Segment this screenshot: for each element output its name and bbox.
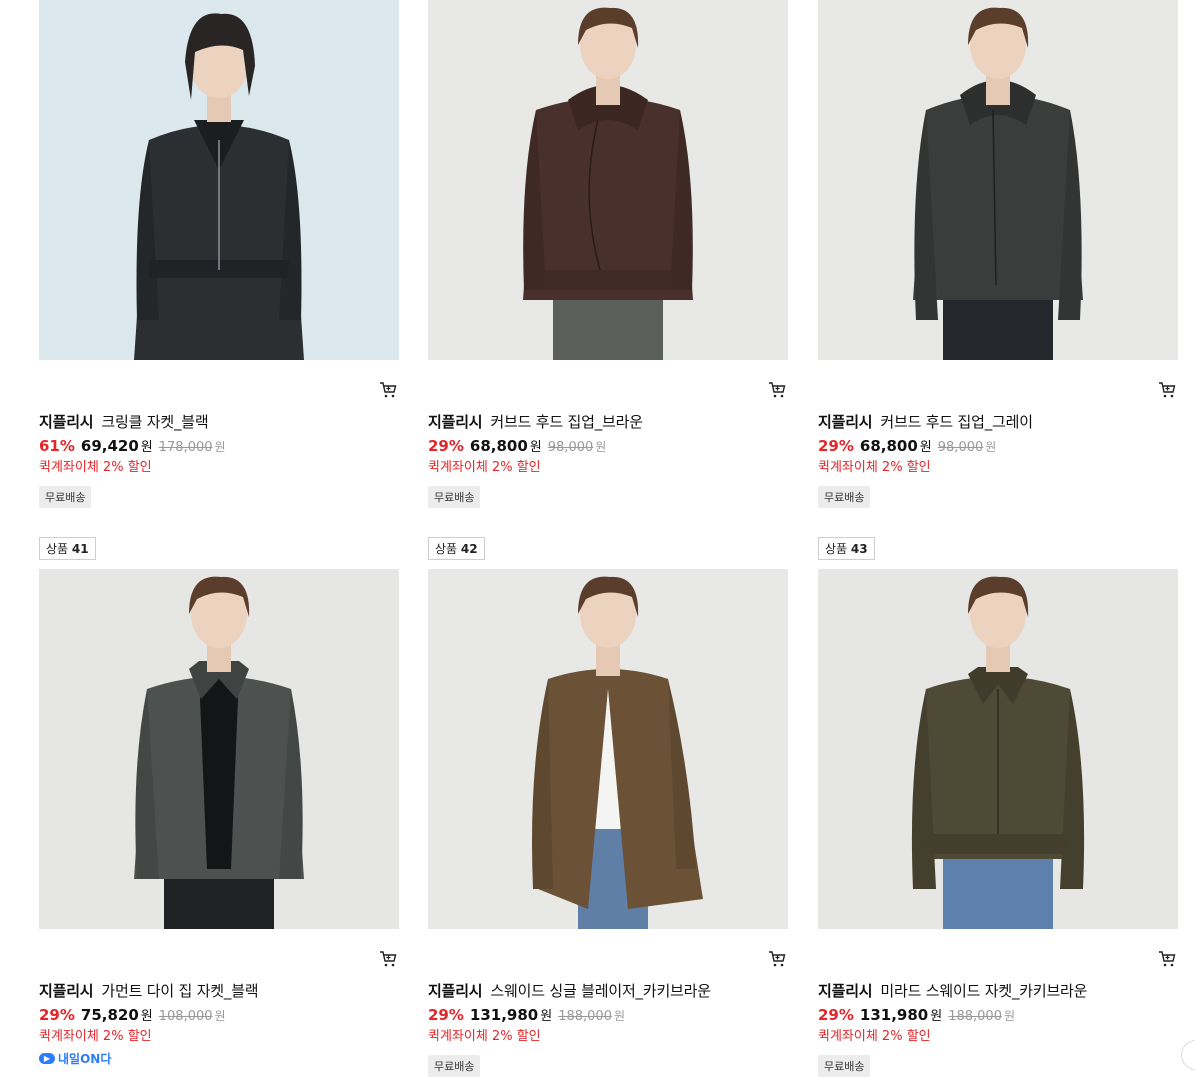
nextday-icon: ▶ xyxy=(39,1053,55,1064)
rank-text: 상품 xyxy=(825,542,848,556)
sale-price: 68,800 xyxy=(859,437,918,455)
discount-rate: 29% xyxy=(428,1006,464,1024)
product-brand[interactable]: 지플리시 xyxy=(818,413,873,431)
product-name[interactable]: 스웨이드 싱글 블레이저_카키브라운 xyxy=(490,982,711,1000)
add-to-cart-button[interactable] xyxy=(1158,950,1176,968)
product-title[interactable]: 지플리시 커브드 후드 집업_그레이 xyxy=(818,411,1033,432)
original-price: 98,000 xyxy=(937,440,984,455)
product-name[interactable]: 커브드 후드 집업_브라운 xyxy=(490,413,643,431)
add-to-cart-button[interactable] xyxy=(379,381,397,399)
cart-icon xyxy=(769,951,786,967)
next-day-delivery: ▶ 내일ON다 xyxy=(39,1050,111,1067)
sale-price: 131,980 xyxy=(469,1006,539,1024)
cart-icon xyxy=(380,382,397,398)
currency: 원 xyxy=(919,440,932,455)
product-title[interactable]: 지플리시 스웨이드 싱글 블레이저_카키브라운 xyxy=(428,980,711,1001)
free-shipping-badge: 무료배송 xyxy=(818,486,871,508)
original-price: 188,000 xyxy=(948,1009,1002,1024)
currency: 원 xyxy=(140,1009,153,1024)
original-currency: 원 xyxy=(613,1009,626,1023)
original-currency: 원 xyxy=(214,440,226,454)
product-image[interactable] xyxy=(39,569,399,929)
product-brand[interactable]: 지플리시 xyxy=(39,982,94,1000)
sale-price: 131,980 xyxy=(859,1006,929,1024)
discount-rate: 29% xyxy=(428,437,464,455)
add-to-cart-button[interactable] xyxy=(1158,381,1176,399)
original-currency: 원 xyxy=(595,440,607,454)
scroll-to-top-button[interactable] xyxy=(1181,1040,1195,1070)
promo-text: 퀵계좌이체 2% 할인 xyxy=(428,460,541,475)
product-image[interactable] xyxy=(818,569,1178,929)
product-image[interactable] xyxy=(428,0,788,360)
promo-text: 퀵계좌이체 2% 할인 xyxy=(818,1029,931,1044)
promo-text: 퀵계좌이체 2% 할인 xyxy=(428,1029,541,1044)
product-name[interactable]: 커브드 후드 집업_그레이 xyxy=(880,413,1033,431)
next-day-label: 내일ON다 xyxy=(58,1052,112,1066)
cart-icon xyxy=(769,382,786,398)
discount-rate: 29% xyxy=(818,1006,854,1024)
currency: 원 xyxy=(540,1009,553,1024)
rank-number: 41 xyxy=(71,542,89,556)
original-currency: 원 xyxy=(1003,1009,1016,1023)
promo-text: 퀵계좌이체 2% 할인 xyxy=(39,1029,152,1044)
product-title[interactable]: 지플리시 커브드 후드 집업_브라운 xyxy=(428,411,643,432)
rank-text: 상품 xyxy=(46,542,69,556)
currency: 원 xyxy=(930,1009,943,1024)
rank-label: 상품 42 xyxy=(428,537,485,560)
promo-text: 퀵계좌이체 2% 할인 xyxy=(39,460,152,475)
product-image[interactable] xyxy=(818,0,1178,360)
free-shipping-badge: 무료배송 xyxy=(428,1055,481,1077)
cart-icon xyxy=(1159,382,1176,398)
price-row: 29% 75,820 원 108,000 원 xyxy=(39,1005,226,1024)
cart-icon xyxy=(1159,951,1176,967)
product-name[interactable]: 크링클 자켓_블랙 xyxy=(101,413,208,431)
original-price: 108,000 xyxy=(158,1009,213,1024)
rank-label: 상품 41 xyxy=(39,537,96,560)
currency: 원 xyxy=(140,440,153,455)
add-to-cart-button[interactable] xyxy=(379,950,397,968)
sale-price: 75,820 xyxy=(80,1006,139,1024)
discount-rate: 61% xyxy=(39,437,75,455)
product-name[interactable]: 가먼트 다이 집 자켓_블랙 xyxy=(101,982,258,1000)
original-currency: 원 xyxy=(214,1009,226,1023)
price-row: 61% 69,420 원 178,000 원 xyxy=(39,436,226,455)
price-row: 29% 131,980 원 188,000 원 xyxy=(428,1005,625,1024)
product-title[interactable]: 지플리시 미라드 스웨이드 자켓_카키브라운 xyxy=(818,980,1087,1001)
rank-number: 42 xyxy=(460,542,478,556)
free-shipping-badge: 무료배송 xyxy=(818,1055,871,1077)
price-row: 29% 131,980 원 188,000 원 xyxy=(818,1005,1015,1024)
add-to-cart-button[interactable] xyxy=(768,950,786,968)
product-title[interactable]: 지플리시 크링클 자켓_블랙 xyxy=(39,411,209,432)
product-brand[interactable]: 지플리시 xyxy=(428,982,483,1000)
price-row: 29% 68,800 원 98,000 원 xyxy=(818,436,996,455)
product-image[interactable] xyxy=(428,569,788,929)
rank-number: 43 xyxy=(850,542,868,556)
discount-rate: 29% xyxy=(39,1006,75,1024)
product-brand[interactable]: 지플리시 xyxy=(428,413,483,431)
product-title[interactable]: 지플리시 가먼트 다이 집 자켓_블랙 xyxy=(39,980,259,1001)
sale-price: 69,420 xyxy=(80,437,139,455)
cart-icon xyxy=(380,951,397,967)
original-price: 178,000 xyxy=(158,440,213,455)
original-currency: 원 xyxy=(985,440,997,454)
product-image[interactable] xyxy=(39,0,399,360)
product-brand[interactable]: 지플리시 xyxy=(818,982,873,1000)
original-price: 188,000 xyxy=(558,1009,612,1024)
original-price: 98,000 xyxy=(547,440,594,455)
free-shipping-badge: 무료배송 xyxy=(39,486,92,508)
discount-rate: 29% xyxy=(818,437,854,455)
add-to-cart-button[interactable] xyxy=(768,381,786,399)
sale-price: 68,800 xyxy=(469,437,528,455)
promo-text: 퀵계좌이체 2% 할인 xyxy=(818,460,931,475)
price-row: 29% 68,800 원 98,000 원 xyxy=(428,436,606,455)
rank-label: 상품 43 xyxy=(818,537,875,560)
rank-text: 상품 xyxy=(435,542,458,556)
product-brand[interactable]: 지플리시 xyxy=(39,413,94,431)
currency: 원 xyxy=(529,440,542,455)
product-name[interactable]: 미라드 스웨이드 자켓_카키브라운 xyxy=(880,982,1087,1000)
free-shipping-badge: 무료배송 xyxy=(428,486,481,508)
